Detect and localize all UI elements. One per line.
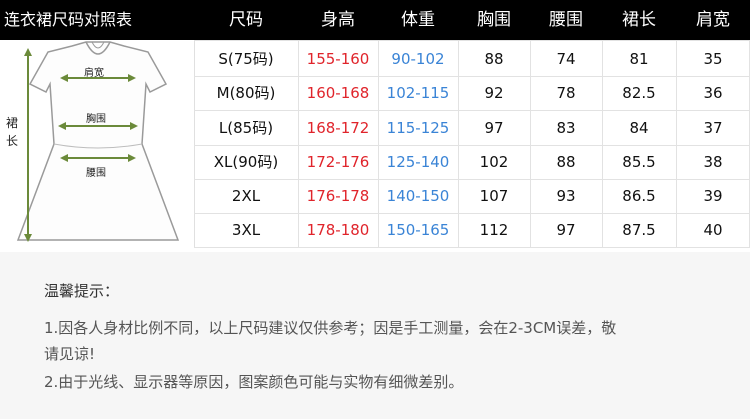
header-waist: 腰围 xyxy=(549,10,583,30)
cell-size: 3XL xyxy=(231,221,261,239)
note-line-1-cont: 请见谅! xyxy=(44,345,96,363)
cell-height: 172-176 xyxy=(306,153,370,171)
cell-bust: 112 xyxy=(479,221,509,239)
cell-waist: 78 xyxy=(556,84,576,102)
header-shoulder: 肩宽 xyxy=(696,10,730,30)
label-bust: 胸围 xyxy=(86,114,106,125)
notes-title: 温馨提示： xyxy=(44,282,120,300)
cell-length: 82.5 xyxy=(622,84,656,102)
table-header: 连衣裙尺码对照表 尺码 身高 体重 胸围 腰围 裙长 肩宽 xyxy=(0,0,750,40)
cell-weight: 125-140 xyxy=(386,153,450,171)
dress-diagram: 肩宽 胸围 腰围 裙长 xyxy=(0,40,195,248)
header-weight: 体重 xyxy=(401,10,435,30)
chart-title: 连衣裙尺码对照表 xyxy=(4,10,133,29)
cell-bust: 88 xyxy=(484,50,504,68)
cell-shoulder: 38 xyxy=(703,153,723,171)
cell-waist: 74 xyxy=(556,50,576,68)
cell-size: 2XL xyxy=(231,187,261,205)
cell-size: XL(90码) xyxy=(213,153,279,171)
cell-bust: 107 xyxy=(479,187,509,205)
label-waist: 腰围 xyxy=(86,168,106,179)
cell-weight: 115-125 xyxy=(386,119,450,137)
cell-waist: 88 xyxy=(556,153,576,171)
header-length: 裙长 xyxy=(622,10,656,30)
label-shoulder: 肩宽 xyxy=(84,68,104,79)
cell-height: 160-168 xyxy=(306,84,370,102)
cell-length: 85.5 xyxy=(622,153,656,171)
label-length: 裙长 xyxy=(6,116,19,148)
header-size: 尺码 xyxy=(229,10,263,30)
cell-shoulder: 36 xyxy=(703,84,723,102)
note-line-1: 1.因各人身材比例不同，以上尺码建议仅供参考；因是手工测量，会在2-3CM误差，… xyxy=(44,319,617,337)
cell-waist: 83 xyxy=(556,119,576,137)
grid-divider xyxy=(194,247,750,248)
cell-bust: 92 xyxy=(484,84,504,102)
cell-size: L(85码) xyxy=(218,119,274,137)
note-line-2: 2.由于光线、显示器等原因，图案颜色可能与实物有细微差别。 xyxy=(44,373,464,391)
cell-bust: 102 xyxy=(479,153,509,171)
cell-weight: 150-165 xyxy=(386,221,450,239)
cell-weight: 140-150 xyxy=(386,187,450,205)
cell-shoulder: 40 xyxy=(703,221,723,239)
cell-length: 81 xyxy=(629,50,649,68)
cell-waist: 93 xyxy=(556,187,576,205)
cell-shoulder: 35 xyxy=(703,50,723,68)
cell-length: 84 xyxy=(629,119,649,137)
header-bust: 胸围 xyxy=(477,10,511,30)
grid-divider xyxy=(194,40,750,41)
cell-shoulder: 37 xyxy=(703,119,723,137)
cell-waist: 97 xyxy=(556,221,576,239)
cell-weight: 102-115 xyxy=(386,84,450,102)
header-height: 身高 xyxy=(321,10,355,30)
cell-length: 87.5 xyxy=(622,221,656,239)
cell-size: M(80码) xyxy=(216,84,276,102)
cell-height: 176-178 xyxy=(306,187,370,205)
cell-height: 178-180 xyxy=(306,221,370,239)
cell-weight: 90-102 xyxy=(391,50,445,68)
cell-shoulder: 39 xyxy=(703,187,723,205)
cell-length: 86.5 xyxy=(622,187,656,205)
cell-height: 155-160 xyxy=(306,50,370,68)
cell-height: 168-172 xyxy=(306,119,370,137)
cell-bust: 97 xyxy=(484,119,504,137)
cell-size: S(75码) xyxy=(218,50,274,68)
